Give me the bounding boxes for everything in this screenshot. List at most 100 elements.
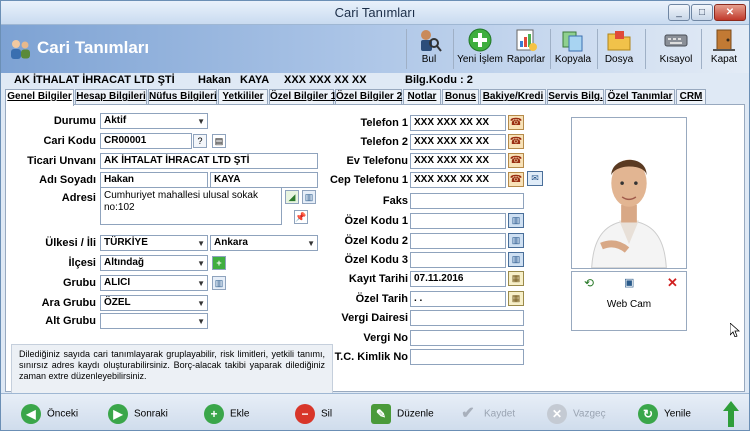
add-district-icon[interactable]: +: [212, 256, 226, 270]
minimize-button[interactable]: _: [668, 4, 690, 21]
close-button[interactable]: ✕: [714, 4, 746, 21]
photo-frame[interactable]: [571, 117, 687, 269]
toolbar-separator: [701, 29, 702, 69]
save-address-icon[interactable]: ▥: [302, 190, 316, 204]
delete-label: Sil: [321, 408, 333, 420]
tab-custom1[interactable]: Özel Bilgiler 1: [269, 89, 336, 105]
tab-crm[interactable]: CRM: [676, 89, 706, 105]
tab-general[interactable]: Genel Bilgiler: [5, 89, 74, 106]
pin-icon[interactable]: 📌: [294, 210, 308, 224]
scroll-top-arrow-icon[interactable]: [723, 401, 739, 427]
city-select[interactable]: Ankara ▼: [210, 235, 318, 251]
maximize-button[interactable]: □: [691, 4, 713, 21]
book-icon[interactable]: ▥: [508, 213, 524, 228]
delete-button[interactable]: − Sil: [295, 404, 332, 426]
toolbar-separator: [645, 29, 646, 69]
file-label: Dosya: [604, 54, 634, 65]
lower-group-select[interactable]: ▼: [100, 313, 208, 329]
bul-button[interactable]: Bul: [411, 27, 447, 71]
webcam-label[interactable]: Web Cam: [572, 299, 686, 310]
image-icon[interactable]: ▣: [624, 276, 634, 289]
exit-label: Kapat: [710, 54, 738, 65]
refresh-button[interactable]: ↻ Yenile: [638, 404, 691, 426]
phone-icon[interactable]: ☎: [508, 115, 524, 130]
phone1-field[interactable]: XXX XXX XX XX: [410, 115, 506, 131]
mobile-field[interactable]: XXX XXX XX XX: [410, 172, 506, 188]
tab-notes[interactable]: Notlar: [403, 89, 441, 105]
save-button[interactable]: ✔ Kaydet: [458, 404, 515, 426]
exit-button[interactable]: Kapat: [707, 27, 741, 71]
district-select[interactable]: Altındağ ▼: [100, 255, 208, 271]
tab-service[interactable]: Servis Bilg.: [547, 89, 604, 105]
tab-account[interactable]: Hesap Bilgileri: [75, 89, 147, 105]
calendar-icon[interactable]: ▦: [508, 291, 524, 306]
book-icon[interactable]: ▥: [508, 252, 524, 267]
lookup-button[interactable]: ?: [193, 134, 207, 148]
tab-custom2[interactable]: Özel Bilgiler 2: [335, 89, 402, 105]
next-button[interactable]: ▶ Sonraki: [108, 404, 168, 426]
tab-authorized[interactable]: Yetkililer: [218, 89, 268, 105]
tab-population[interactable]: Nüfus Bilgileri: [148, 89, 217, 105]
chevron-down-icon: ▼: [307, 239, 315, 248]
tax-office-field[interactable]: [410, 310, 524, 326]
chevron-down-icon: ▼: [197, 117, 205, 126]
mobile-label: Cep Telefonu 1: [329, 174, 408, 186]
shortcut-button[interactable]: Kısayol: [655, 27, 697, 71]
phone-icon[interactable]: ☎: [508, 153, 524, 168]
last-name-field[interactable]: KAYA: [210, 172, 318, 188]
phone2-field[interactable]: XXX XXX XX XX: [410, 134, 506, 150]
edit-button[interactable]: ✎ Düzenle: [371, 404, 434, 426]
status-select[interactable]: Aktif ▼: [100, 113, 208, 129]
file-button[interactable]: Dosya: [601, 27, 637, 71]
search-person-icon: [421, 30, 442, 52]
first-name-field[interactable]: Hakan: [100, 172, 208, 188]
plus-circle-icon: [468, 28, 492, 52]
special-date-field[interactable]: . .: [410, 291, 506, 307]
country-select[interactable]: TÜRKİYE ▼: [100, 235, 208, 251]
toolbar-separator: [550, 29, 551, 69]
record-date-field[interactable]: 07.11.2016: [410, 271, 506, 287]
tab-balance[interactable]: Bakiye/Kredi: [480, 89, 546, 105]
phone-icon[interactable]: ☎: [508, 134, 524, 149]
custom-code1-field[interactable]: [410, 213, 506, 229]
custom-code2-field[interactable]: [410, 233, 506, 249]
country-city-label: Ülkesi / İli: [45, 237, 96, 249]
subgroup-select[interactable]: ÖZEL ▼: [100, 295, 208, 311]
new-record-button[interactable]: Yeni İşlem: [456, 27, 504, 71]
group-label: Grubu: [63, 277, 96, 289]
camera-capture-icon[interactable]: ⟲: [584, 276, 594, 290]
custom-code3-field[interactable]: [410, 252, 506, 268]
group-select[interactable]: ALICI ▼: [100, 275, 208, 291]
previous-button[interactable]: ◀ Önceki: [21, 404, 78, 426]
map-icon[interactable]: ◢: [285, 190, 299, 204]
toolbar-separator: [597, 29, 598, 69]
info-first-name: Hakan: [198, 74, 232, 86]
book-icon[interactable]: ▥: [508, 233, 524, 248]
country-value: TÜRKİYE: [104, 237, 148, 248]
tc-id-field[interactable]: [410, 349, 524, 365]
calendar-icon[interactable]: ▦: [508, 271, 524, 286]
account-code-field[interactable]: CR00001: [100, 133, 192, 149]
home-phone-field[interactable]: XXX XXX XX XX: [410, 153, 506, 169]
save-label: Kaydet: [484, 408, 516, 420]
copy-button[interactable]: Kopyala: [553, 27, 593, 71]
cancel-button[interactable]: ✕ Vazgeç: [547, 404, 606, 426]
edit-icon: ✎: [371, 404, 391, 424]
group-list-icon[interactable]: ▥: [212, 276, 226, 290]
fax-field[interactable]: [410, 193, 524, 209]
address-textarea[interactable]: Cumhuriyet mahallesi ulusal sokak no:102: [100, 187, 282, 225]
phone-icon[interactable]: ☎: [508, 172, 524, 187]
tax-number-field[interactable]: [410, 330, 524, 346]
reports-button[interactable]: Raporlar: [506, 27, 546, 71]
delete-photo-icon[interactable]: ✕: [667, 275, 678, 291]
document-icon[interactable]: ▤: [212, 134, 226, 148]
tab-definitions[interactable]: Özel Tanımlar: [605, 89, 675, 105]
previous-label: Önceki: [47, 408, 79, 420]
tab-bonus[interactable]: Bonus: [442, 89, 479, 105]
add-button[interactable]: + Ekle: [204, 404, 249, 426]
sms-icon[interactable]: ✉: [527, 171, 543, 186]
record-date-label: Kayıt Tarihi: [348, 273, 408, 285]
trade-name-field[interactable]: AK İHTALAT İHRACAT LTD ŞTİ: [100, 153, 318, 169]
chevron-down-icon: ▼: [197, 317, 205, 326]
plus-icon: +: [204, 404, 224, 424]
